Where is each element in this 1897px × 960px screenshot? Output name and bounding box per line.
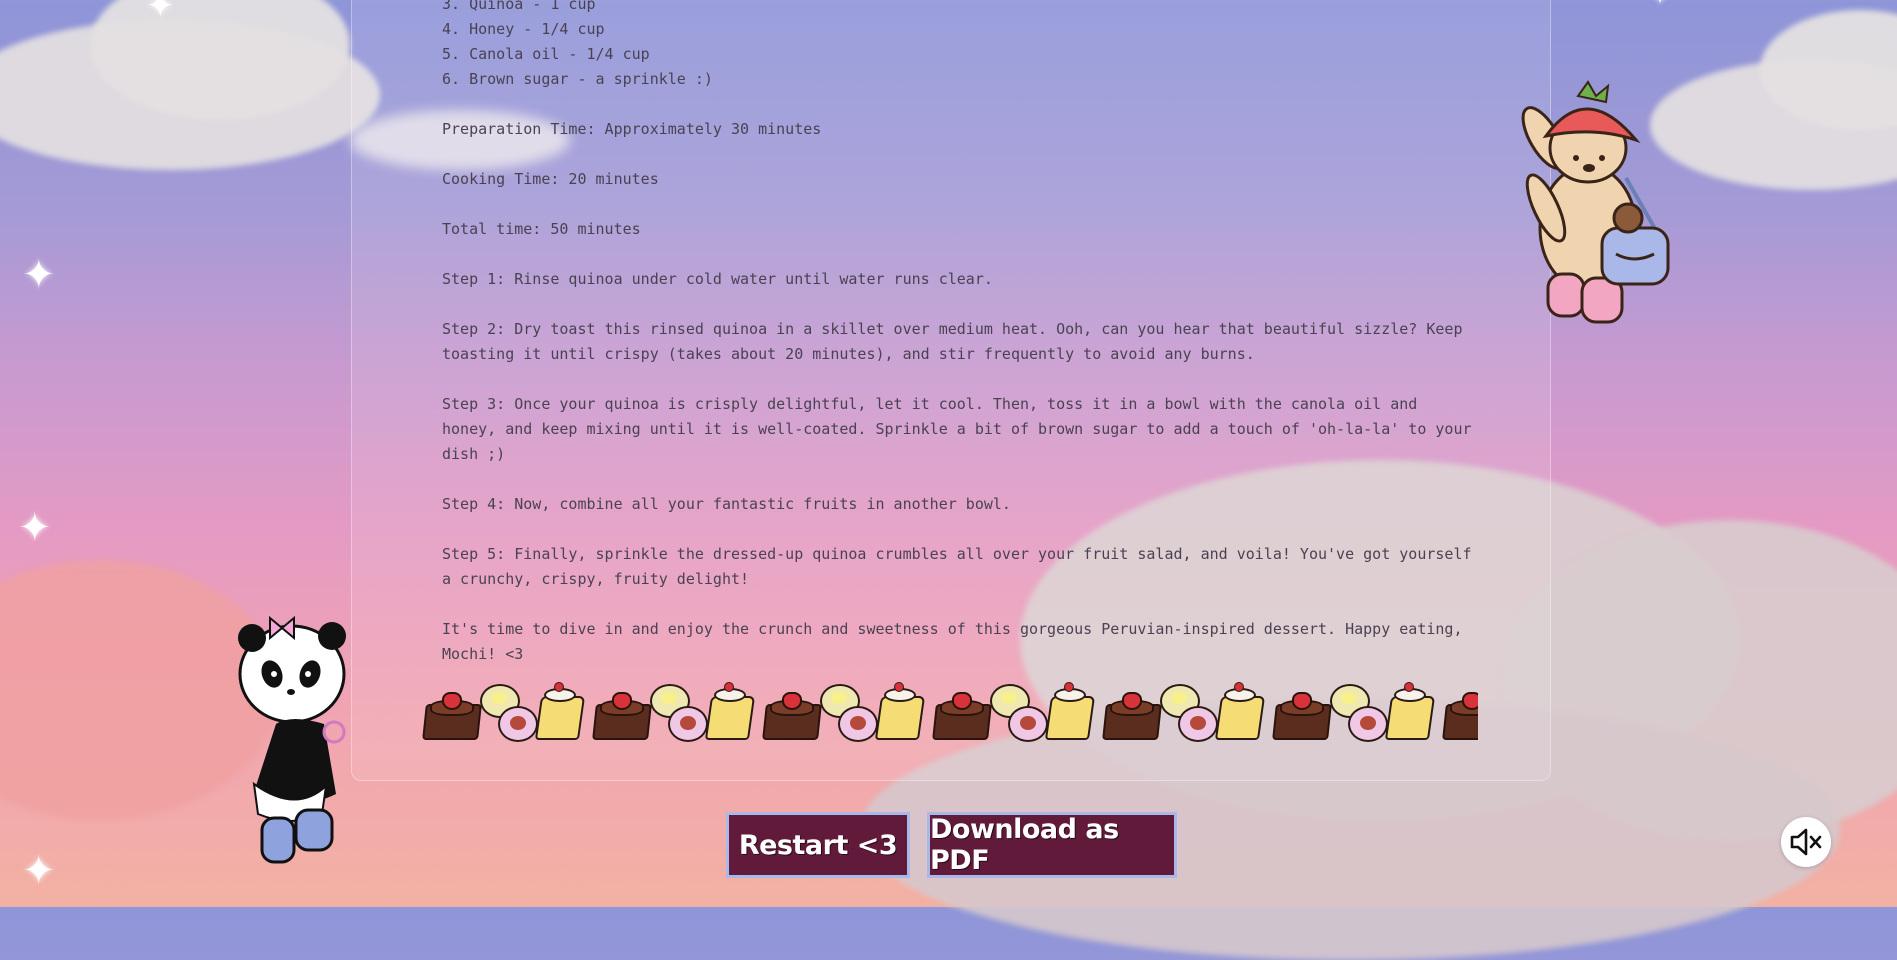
pudding-icon: [1214, 680, 1266, 742]
recipe-line: [442, 142, 1472, 167]
recipe-line: Step 3: Once your quinoa is crisply deli…: [442, 395, 1418, 413]
recipe-line: a crunchy, crispy, fruity delight!: [442, 570, 750, 588]
recipe-line: It's time to dive in and enjoy the crunc…: [442, 620, 1463, 638]
recipe-line: [442, 367, 1472, 392]
recipe-line: 5. Canola oil - 1/4 cup: [442, 45, 650, 63]
sparkle-icon: ✦: [146, 0, 175, 26]
recipe-line: Step 5: Finally, sprinkle the dressed-up…: [442, 545, 1472, 563]
treat-group: [592, 680, 756, 742]
brownie-icon: [592, 692, 652, 742]
recipe-line: Mochi! <3: [442, 645, 524, 663]
strawberry-bear-icon: [1521, 80, 1670, 324]
recipe-line: Cooking Time: 20 minutes: [442, 170, 659, 188]
mute-button[interactable]: [1781, 817, 1831, 867]
mochi-icon: [1158, 682, 1218, 742]
recipe-line: [442, 592, 1472, 617]
treats-border: [422, 670, 1478, 742]
treat-group: [1102, 680, 1266, 742]
pudding-icon: [1384, 680, 1436, 742]
sparkle-icon: ✦: [18, 505, 52, 551]
recipe-line: [442, 292, 1472, 317]
recipe-line: 4. Honey - 1/4 cup: [442, 20, 605, 38]
mochi-icon: [648, 682, 708, 742]
treat-group: [932, 680, 1096, 742]
recipe-line: [442, 517, 1472, 542]
sparkle-icon: ✦: [1650, 0, 1670, 10]
pudding-icon: [874, 680, 926, 742]
recipe-line: 3. Quinoa - 1 cup: [442, 0, 596, 13]
brownie-icon: [762, 692, 822, 742]
treat-group: [422, 680, 586, 742]
brownie-icon: [1442, 692, 1478, 742]
speaker-muted-icon: [1790, 828, 1822, 856]
action-buttons: Restart <3 Download as PDF: [0, 812, 1897, 880]
mochi-icon: [818, 682, 878, 742]
recipe-line: [442, 192, 1472, 217]
sparkle-icon: ✦: [22, 252, 56, 298]
recipe-line: dish ;): [442, 445, 506, 463]
mochi-icon: [478, 682, 538, 742]
recipe-line: 6. Brown sugar - a sprinkle :): [442, 70, 713, 88]
restart-button[interactable]: Restart <3: [726, 812, 910, 878]
treat-group: [762, 680, 926, 742]
recipe-text: 3. Quinoa - 1 cup 4. Honey - 1/4 cup 5. Ca…: [442, 0, 1472, 667]
recipe-line: Step 1: Rinse quinoa under cold water un…: [442, 270, 993, 288]
recipe-line: toasting it until crispy (takes about 20…: [442, 345, 1255, 363]
pudding-icon: [704, 680, 756, 742]
recipe-line: Total time: 50 minutes: [442, 220, 641, 238]
pudding-icon: [534, 680, 586, 742]
recipe-line: Step 4: Now, combine all your fantastic …: [442, 495, 1011, 513]
brownie-icon: [1102, 692, 1162, 742]
mochi-icon: [988, 682, 1048, 742]
brownie-icon: [422, 692, 482, 742]
pudding-icon: [1044, 680, 1096, 742]
recipe-line: [442, 92, 1472, 117]
recipe-line: honey, and keep mixing until it is well-…: [442, 420, 1472, 438]
mochi-icon: [1328, 682, 1388, 742]
download-pdf-button[interactable]: Download as PDF: [927, 812, 1177, 878]
recipe-line: [442, 242, 1472, 267]
recipe-line: [442, 467, 1472, 492]
treat-group: [1442, 680, 1478, 742]
treat-group: [1272, 680, 1436, 742]
brownie-icon: [932, 692, 992, 742]
brownie-icon: [1272, 692, 1332, 742]
recipe-line: Step 2: Dry toast this rinsed quinoa in …: [442, 320, 1463, 338]
recipe-line: Preparation Time: Approximately 30 minut…: [442, 120, 822, 138]
